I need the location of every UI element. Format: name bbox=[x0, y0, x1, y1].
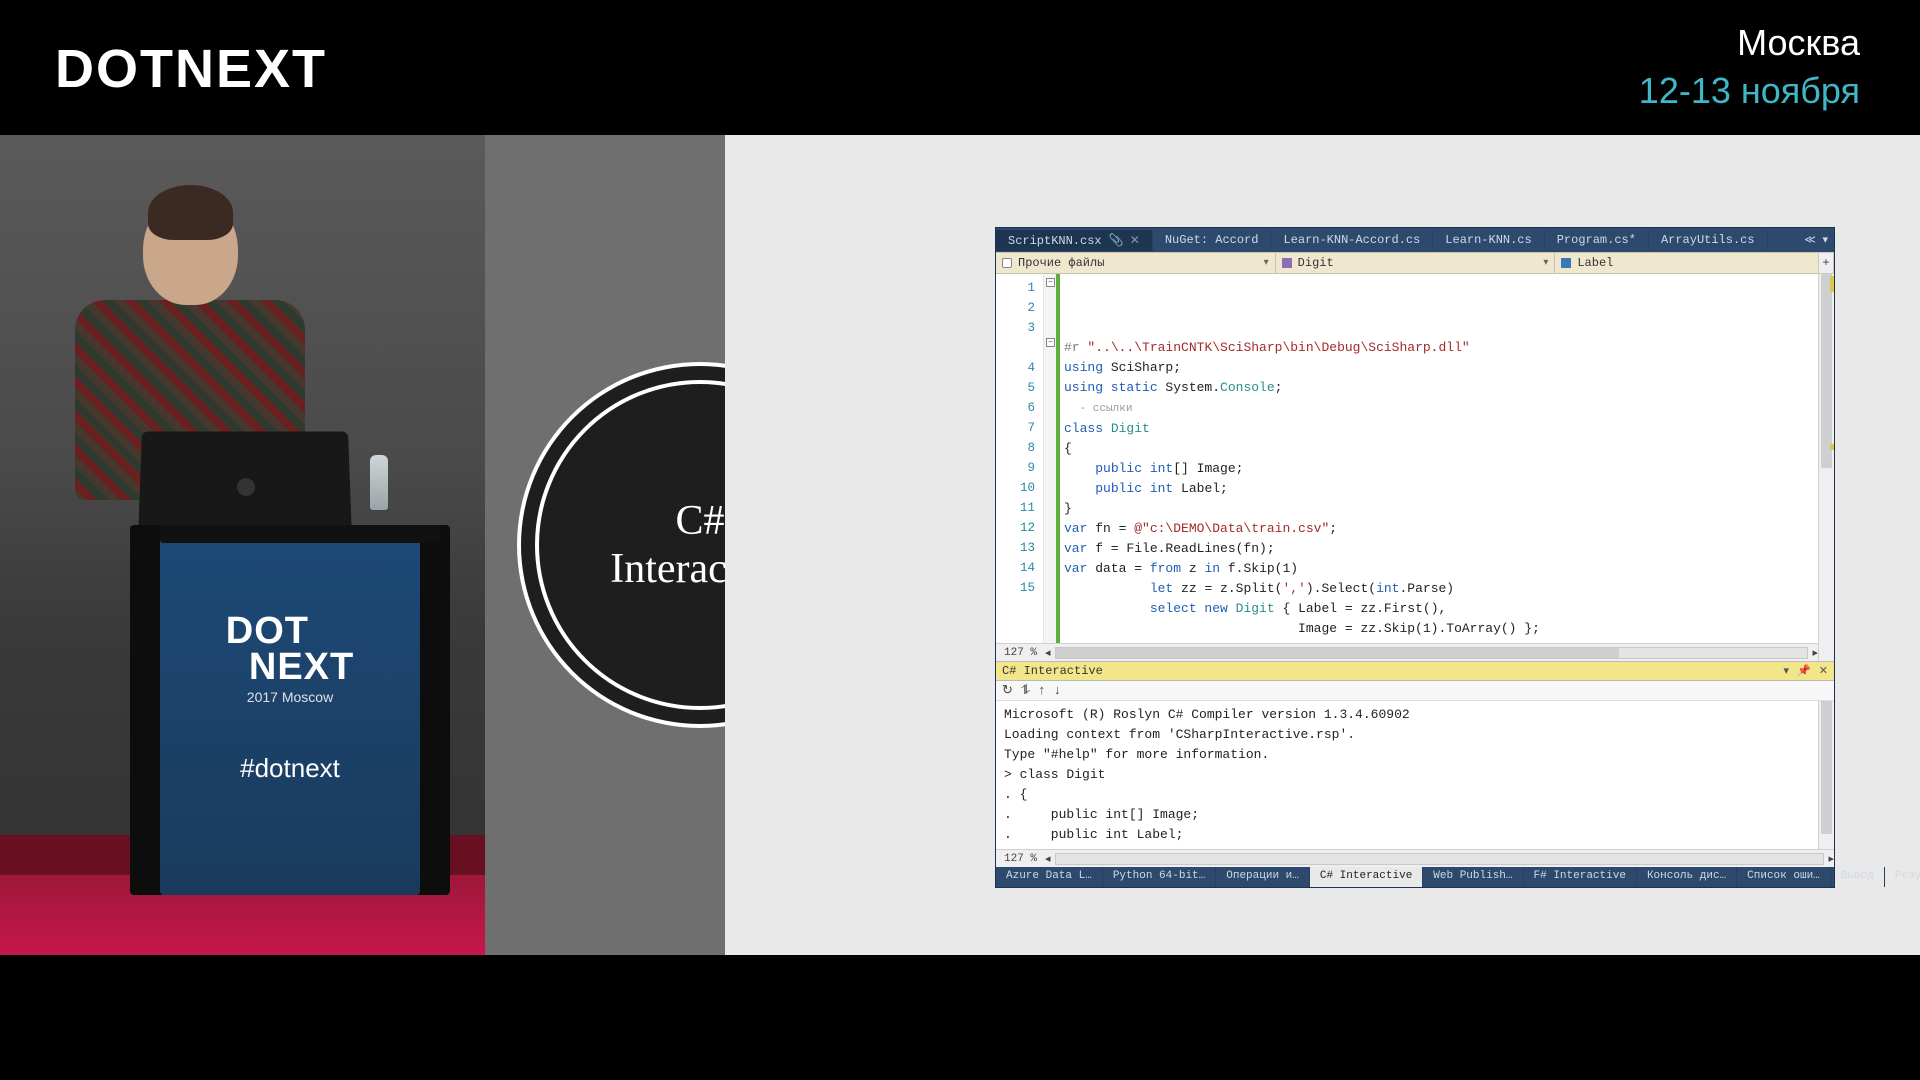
tool-tab[interactable]: F# Interactive bbox=[1524, 867, 1637, 887]
repl-line: Type "#help" for more information. bbox=[1004, 745, 1810, 765]
code-line[interactable]: var data = from z in f.Skip(1) bbox=[1064, 559, 1812, 579]
tool-tab[interactable]: Операции и… bbox=[1216, 867, 1310, 887]
water-bottle bbox=[370, 455, 388, 510]
pane-pin-icon[interactable]: 📌 bbox=[1797, 664, 1811, 678]
code-area[interactable]: #r "..\..\TrainCNTK\SciSharp\bin\Debug\S… bbox=[1058, 274, 1818, 643]
nav-member-combo[interactable]: Label ▾ bbox=[1555, 253, 1834, 273]
code-line[interactable]: class Digit bbox=[1064, 419, 1812, 439]
banner-bottom bbox=[0, 955, 1920, 1080]
tool-tab[interactable]: Web Publish… bbox=[1423, 867, 1523, 887]
repl-line: . public int[] Image; bbox=[1004, 805, 1810, 825]
tool-tab[interactable]: Консоль дис… bbox=[1637, 867, 1737, 887]
tool-tab[interactable]: Azure Data L… bbox=[996, 867, 1103, 887]
code-line[interactable]: public int[] Image; bbox=[1064, 459, 1812, 479]
banner-top: DOTNEXT Москва 12-13 ноября bbox=[0, 0, 1920, 135]
interactive-title: C# Interactive bbox=[1002, 664, 1103, 678]
banner-location: Москва bbox=[1737, 22, 1860, 64]
editor-nav-bar: Прочие файлы ▾ Digit ▾ Label ▾ bbox=[996, 252, 1834, 274]
tool-tab[interactable]: Результаты п… bbox=[1885, 867, 1920, 887]
editor-tab[interactable]: Learn-KNN-Accord.cs bbox=[1271, 230, 1433, 250]
nav-member-label: Label bbox=[1577, 256, 1613, 270]
tabs-overflow[interactable]: ≪ ▾ bbox=[1804, 233, 1834, 247]
nav-class-combo[interactable]: Digit ▾ bbox=[1276, 253, 1556, 273]
pin-icon[interactable]: 📎 bbox=[1102, 234, 1124, 248]
editor-zoom[interactable]: 127 % bbox=[996, 647, 1045, 659]
brand-logo: DOTNEXT bbox=[55, 38, 327, 100]
nav-project-combo[interactable]: Прочие файлы ▾ bbox=[996, 253, 1276, 273]
repl-line: > class Digit bbox=[1004, 765, 1810, 785]
code-line[interactable]: #r "..\..\TrainCNTK\SciSharp\bin\Debug\S… bbox=[1064, 338, 1812, 358]
nav-project-label: Прочие файлы bbox=[1018, 256, 1104, 270]
editor-vscroll[interactable]: + bbox=[1818, 274, 1834, 661]
nav-class-label: Digit bbox=[1298, 256, 1334, 270]
code-line[interactable]: public int Label; bbox=[1064, 479, 1812, 499]
tool-tab[interactable]: Python 64-bit… bbox=[1103, 867, 1216, 887]
interactive-output[interactable]: Microsoft (R) Roslyn C# Compiler version… bbox=[996, 701, 1818, 849]
interactive-hscroll[interactable]: 127 % ◂▸ bbox=[996, 849, 1834, 867]
editor-tab[interactable]: ArrayUtils.cs bbox=[1649, 230, 1768, 250]
editor-tab[interactable]: Program.cs* bbox=[1545, 230, 1649, 250]
code-line[interactable]: var f = File.ReadLines(fn); bbox=[1064, 539, 1812, 559]
code-line[interactable]: var fn = @"c:\DEMO\Data\train.csv"; bbox=[1064, 519, 1812, 539]
repl-line: Loading context from 'CSharpInteractive.… bbox=[1004, 725, 1810, 745]
podium-hashtag: #dotnext bbox=[240, 753, 340, 784]
tool-window-tabs: Azure Data L…Python 64-bit…Операции и…C#… bbox=[996, 867, 1834, 887]
podium: DOT NEXT 2017 Moscow #dotnext bbox=[160, 525, 420, 895]
code-line[interactable]: } bbox=[1064, 499, 1812, 519]
close-icon[interactable]: ✕ bbox=[1130, 234, 1140, 248]
circle-line1: C# bbox=[675, 498, 724, 544]
ide-window: ScriptKNN.csx 📎✕NuGet: AccordLearn-KNN-A… bbox=[995, 227, 1835, 888]
interactive-toolbar[interactable]: ↻ ⥮ ↑ ↓ bbox=[996, 681, 1834, 701]
repl-line: . public int Label; bbox=[1004, 825, 1810, 845]
tool-tab[interactable]: C# Interactive bbox=[1310, 867, 1423, 887]
split-button[interactable]: + bbox=[1818, 252, 1834, 274]
tool-tab[interactable]: Вывод bbox=[1831, 867, 1885, 887]
podium-brand-line2: NEXT bbox=[249, 646, 354, 688]
pane-close-icon[interactable]: ✕ bbox=[1819, 664, 1828, 678]
banner-date: 12-13 ноября bbox=[1639, 70, 1860, 112]
code-line[interactable]: { bbox=[1064, 439, 1812, 459]
editor-tab[interactable]: Learn-KNN.cs bbox=[1433, 230, 1544, 250]
code-line[interactable]: Image = zz.Skip(1).ToArray() }; bbox=[1064, 619, 1812, 639]
code-line[interactable]: using static System.Console; bbox=[1064, 378, 1812, 398]
interactive-zoom[interactable]: 127 % bbox=[996, 853, 1045, 865]
repl-line: . { bbox=[1004, 785, 1810, 805]
editor-tabs: ScriptKNN.csx 📎✕NuGet: AccordLearn-KNN-A… bbox=[996, 228, 1834, 252]
interactive-pane-header[interactable]: C# Interactive ▾ 📌 ✕ bbox=[996, 661, 1834, 681]
tool-tab[interactable]: Список оши… bbox=[1737, 867, 1831, 887]
editor-tab[interactable]: ScriptKNN.csx 📎✕ bbox=[996, 230, 1153, 251]
speaker-video: DOT NEXT 2017 Moscow #dotnext bbox=[0, 135, 485, 955]
code-line[interactable]: - ссылки bbox=[1064, 398, 1812, 419]
repl-line: Microsoft (R) Roslyn C# Compiler version… bbox=[1004, 705, 1810, 725]
slide-area: ScriptKNN.csx 📎✕NuGet: AccordLearn-KNN-A… bbox=[725, 135, 1920, 955]
editor-tab[interactable]: NuGet: Accord bbox=[1153, 230, 1272, 250]
interactive-vscroll[interactable] bbox=[1818, 701, 1834, 849]
interactive-tool-icons[interactable]: ↻ ⥮ ↑ ↓ bbox=[1002, 683, 1061, 698]
code-line[interactable]: let zz = z.Split(',').Select(int.Parse) bbox=[1064, 579, 1812, 599]
code-line[interactable]: using SciSharp; bbox=[1064, 358, 1812, 378]
editor-hscroll[interactable]: 127 % ◂ ▸ bbox=[996, 643, 1818, 661]
slide-left-strip: C# Interactive bbox=[485, 135, 725, 955]
pane-dropdown-icon[interactable]: ▾ bbox=[1784, 664, 1790, 678]
code-line[interactable]: select new Digit { Label = zz.First(), bbox=[1064, 599, 1812, 619]
code-editor[interactable]: 123456789101112131415 − − #r "..\..\Trai… bbox=[996, 274, 1818, 643]
podium-subtitle: 2017 Moscow bbox=[247, 689, 333, 705]
line-gutter: 123456789101112131415 bbox=[996, 274, 1044, 643]
